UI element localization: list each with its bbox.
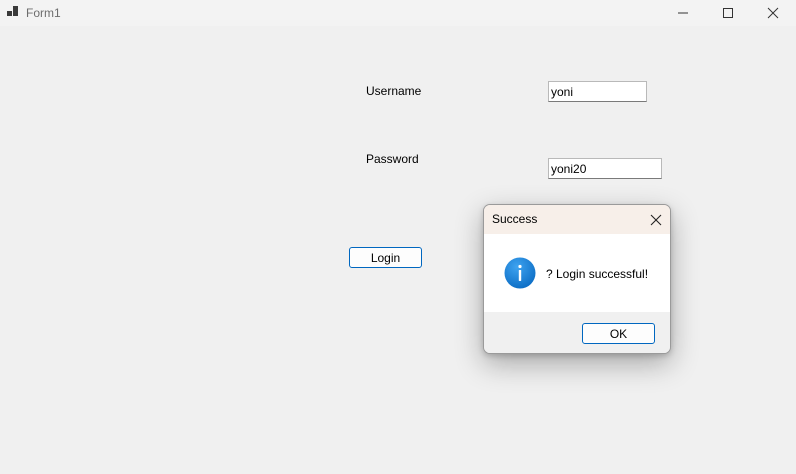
dialog-body: ? Login successful! bbox=[484, 234, 670, 312]
close-icon bbox=[767, 7, 779, 19]
success-dialog: Success ? Login successful! OK bbox=[483, 204, 671, 354]
info-icon bbox=[504, 257, 536, 289]
dialog-title-bar[interactable]: Success bbox=[484, 205, 670, 234]
window-title: Form1 bbox=[26, 6, 61, 20]
username-label: Username bbox=[366, 84, 422, 98]
password-input[interactable] bbox=[548, 158, 662, 179]
app-icon bbox=[7, 6, 19, 18]
close-button[interactable] bbox=[750, 0, 796, 26]
dialog-footer: OK bbox=[484, 312, 670, 353]
ok-button[interactable]: OK bbox=[582, 323, 655, 344]
minimize-button[interactable] bbox=[660, 0, 706, 26]
dialog-close-button[interactable] bbox=[641, 205, 670, 234]
minimize-icon bbox=[678, 12, 688, 14]
login-button[interactable]: Login bbox=[349, 247, 422, 268]
close-icon bbox=[650, 214, 661, 225]
password-label: Password bbox=[366, 152, 419, 166]
dialog-title: Success bbox=[492, 212, 538, 226]
username-input[interactable] bbox=[548, 81, 647, 102]
maximize-icon bbox=[723, 8, 733, 18]
dialog-message: ? Login successful! bbox=[546, 267, 649, 281]
main-window: Form1 Username Password Login Success bbox=[0, 0, 796, 474]
title-bar[interactable]: Form1 bbox=[0, 0, 796, 26]
maximize-button[interactable] bbox=[705, 0, 751, 26]
